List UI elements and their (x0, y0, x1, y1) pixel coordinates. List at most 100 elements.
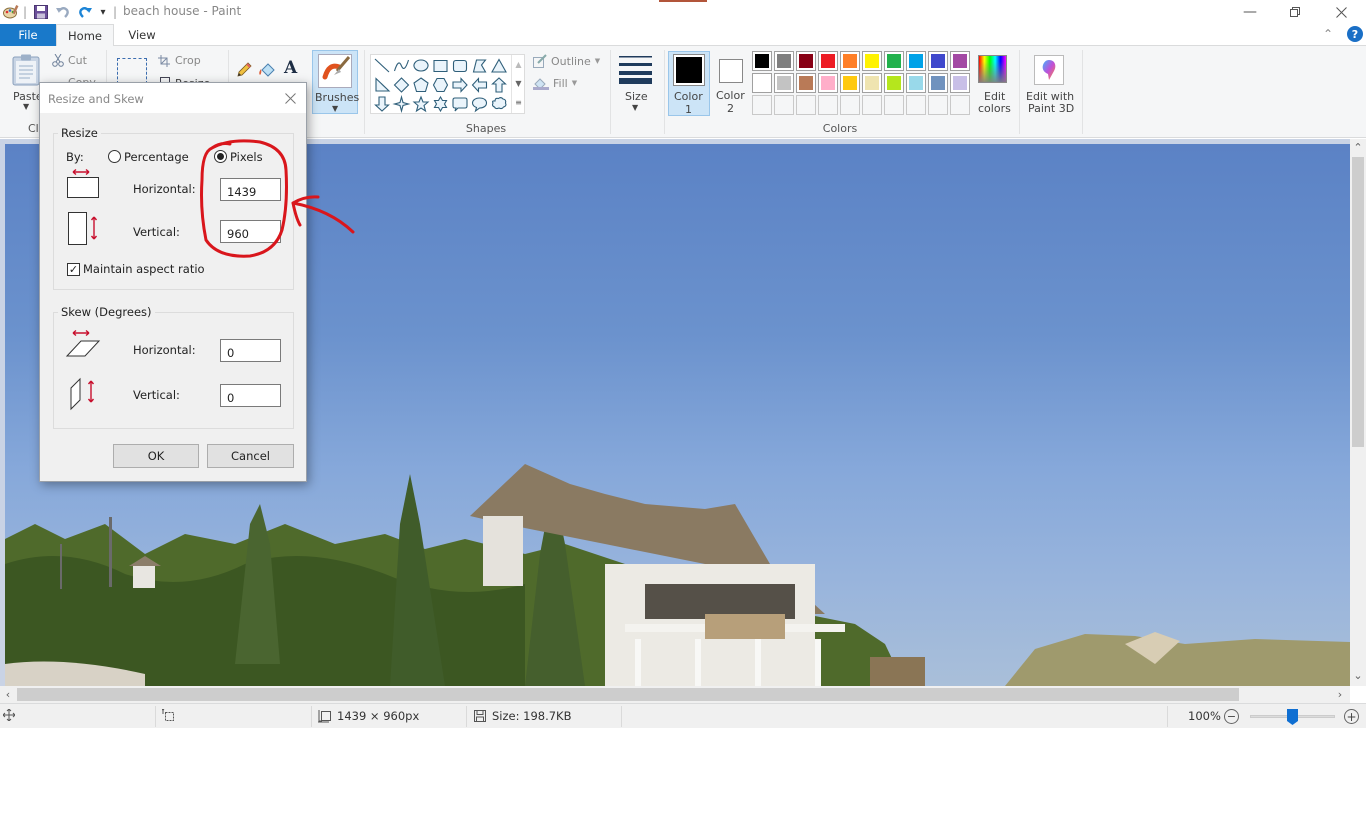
palette-color-swatch[interactable] (950, 51, 970, 71)
scroll-right-icon[interactable]: › (1332, 686, 1348, 703)
zoom-in-button[interactable]: + (1344, 709, 1359, 724)
color1-button[interactable]: Color 1 (668, 51, 710, 116)
palette-color-swatch[interactable] (862, 73, 882, 93)
chevron-up-icon[interactable]: ⌃ (1323, 27, 1333, 41)
minimize-button[interactable]: — (1227, 0, 1273, 24)
palette-empty-slot[interactable] (840, 95, 860, 115)
vertical-scrollbar[interactable]: ⌃ ⌄ (1350, 139, 1366, 686)
shape-left-arrow-icon[interactable] (471, 77, 488, 93)
palette-color-swatch[interactable] (884, 73, 904, 93)
size-button[interactable]: Size ▼ (616, 50, 656, 114)
palette-color-swatch[interactable] (774, 73, 794, 93)
select-button[interactable] (117, 58, 147, 84)
close-button[interactable] (1318, 0, 1364, 24)
redo-icon[interactable] (76, 3, 94, 21)
palette-color-swatch[interactable] (818, 51, 838, 71)
shape-cloud-callout-icon[interactable] (491, 97, 507, 110)
palette-color-swatch[interactable] (928, 51, 948, 71)
scroll-down-icon[interactable]: ⌄ (1350, 667, 1366, 684)
palette-color-swatch[interactable] (752, 73, 772, 93)
cancel-button[interactable]: Cancel (207, 444, 294, 468)
shape-rounded-callout-icon[interactable] (452, 97, 468, 112)
dialog-close-button[interactable] (280, 88, 300, 108)
pixels-radio[interactable] (214, 150, 227, 163)
shape-rectangle-icon[interactable] (433, 59, 448, 73)
shape-six-point-star-icon[interactable] (433, 95, 448, 113)
save-icon[interactable] (32, 3, 50, 21)
shape-rounded-rectangle-icon[interactable] (452, 59, 468, 73)
shapes-scroll[interactable]: ▲ ▼ ≡ (511, 55, 525, 113)
palette-color-swatch[interactable] (752, 51, 772, 71)
palette-empty-slot[interactable] (774, 95, 794, 115)
shape-right-arrow-icon[interactable] (452, 77, 468, 93)
palette-empty-slot[interactable] (906, 95, 926, 115)
shape-oval-callout-icon[interactable] (471, 97, 488, 113)
pixels-label[interactable]: Pixels (230, 150, 263, 164)
shape-curve-icon[interactable] (393, 59, 410, 72)
horizontal-scrollbar[interactable]: ‹ › (0, 686, 1350, 703)
palette-color-swatch[interactable] (840, 73, 860, 93)
palette-color-swatch[interactable] (774, 51, 794, 71)
fill-shape-button[interactable]: Fill ▼ (533, 76, 577, 90)
palette-color-swatch[interactable] (906, 51, 926, 71)
palette-empty-slot[interactable] (884, 95, 904, 115)
brushes-button[interactable]: Brushes ▼ (312, 50, 359, 114)
palette-color-swatch[interactable] (928, 73, 948, 93)
tab-file[interactable]: File (0, 24, 56, 46)
palette-empty-slot[interactable] (796, 95, 816, 115)
shape-pentagon-icon[interactable] (413, 77, 429, 93)
horizontal-scroll-thumb[interactable] (17, 688, 1239, 701)
expand-gallery-icon[interactable]: ≡ (512, 93, 525, 112)
customize-dropdown-icon[interactable]: ▾ (97, 3, 109, 21)
maintain-aspect-label[interactable]: Maintain aspect ratio (83, 262, 205, 276)
palette-empty-slot[interactable] (818, 95, 838, 115)
shape-four-point-star-icon[interactable] (392, 94, 411, 114)
maintain-aspect-checkbox[interactable]: ✓ (67, 263, 80, 276)
palette-empty-slot[interactable] (928, 95, 948, 115)
shape-five-point-star-icon[interactable] (412, 95, 430, 113)
tab-home[interactable]: Home (56, 24, 114, 47)
dialog-title-bar[interactable]: Resize and Skew (40, 83, 306, 113)
paint-palette-icon[interactable] (2, 3, 20, 21)
shape-diamond-icon[interactable] (393, 77, 410, 93)
ok-button[interactable]: OK (113, 444, 199, 468)
palette-color-swatch[interactable] (796, 51, 816, 71)
skew-vertical-input[interactable] (220, 384, 281, 407)
palette-empty-slot[interactable] (950, 95, 970, 115)
shape-oval-icon[interactable] (413, 59, 429, 72)
shape-polygon-icon[interactable] (472, 59, 487, 73)
palette-color-swatch[interactable] (906, 73, 926, 93)
text-button[interactable]: A (284, 58, 297, 78)
scroll-up-icon[interactable]: ⌃ (1350, 139, 1366, 156)
percentage-label[interactable]: Percentage (124, 150, 189, 164)
fill-button[interactable] (258, 61, 276, 82)
palette-empty-slot[interactable] (752, 95, 772, 115)
color2-button[interactable]: Color 2 (712, 51, 750, 116)
palette-color-swatch[interactable] (884, 51, 904, 71)
percentage-radio[interactable] (108, 150, 121, 163)
shape-up-arrow-icon[interactable] (491, 77, 507, 93)
shape-triangle-icon[interactable] (491, 58, 507, 73)
tab-view[interactable]: View (114, 24, 170, 46)
vertical-scroll-thumb[interactable] (1352, 157, 1364, 447)
palette-color-swatch[interactable] (950, 73, 970, 93)
paste-button[interactable] (12, 54, 40, 89)
shape-right-triangle-icon[interactable] (375, 77, 391, 92)
outline-button[interactable]: Outline ▼ (533, 54, 600, 68)
shape-line-icon[interactable] (374, 58, 390, 73)
edit-with-paint3d-button[interactable]: Edit with Paint 3D (1022, 50, 1078, 118)
zoom-slider-track[interactable] (1250, 709, 1335, 725)
palette-empty-slot[interactable] (862, 95, 882, 115)
resize-vertical-input[interactable] (220, 220, 281, 243)
resize-horizontal-input[interactable] (220, 178, 281, 201)
shape-down-arrow-icon[interactable] (374, 96, 390, 112)
maximize-button[interactable] (1272, 0, 1318, 24)
palette-color-swatch[interactable] (818, 73, 838, 93)
undo-icon[interactable] (54, 3, 72, 21)
palette-color-swatch[interactable] (862, 51, 882, 71)
scroll-left-icon[interactable]: ‹ (0, 686, 16, 703)
scroll-up-icon[interactable]: ▲ (512, 55, 525, 74)
zoom-slider-thumb[interactable] (1286, 709, 1298, 725)
cut-button[interactable]: Cut (52, 54, 87, 67)
zoom-out-button[interactable]: − (1224, 709, 1239, 724)
